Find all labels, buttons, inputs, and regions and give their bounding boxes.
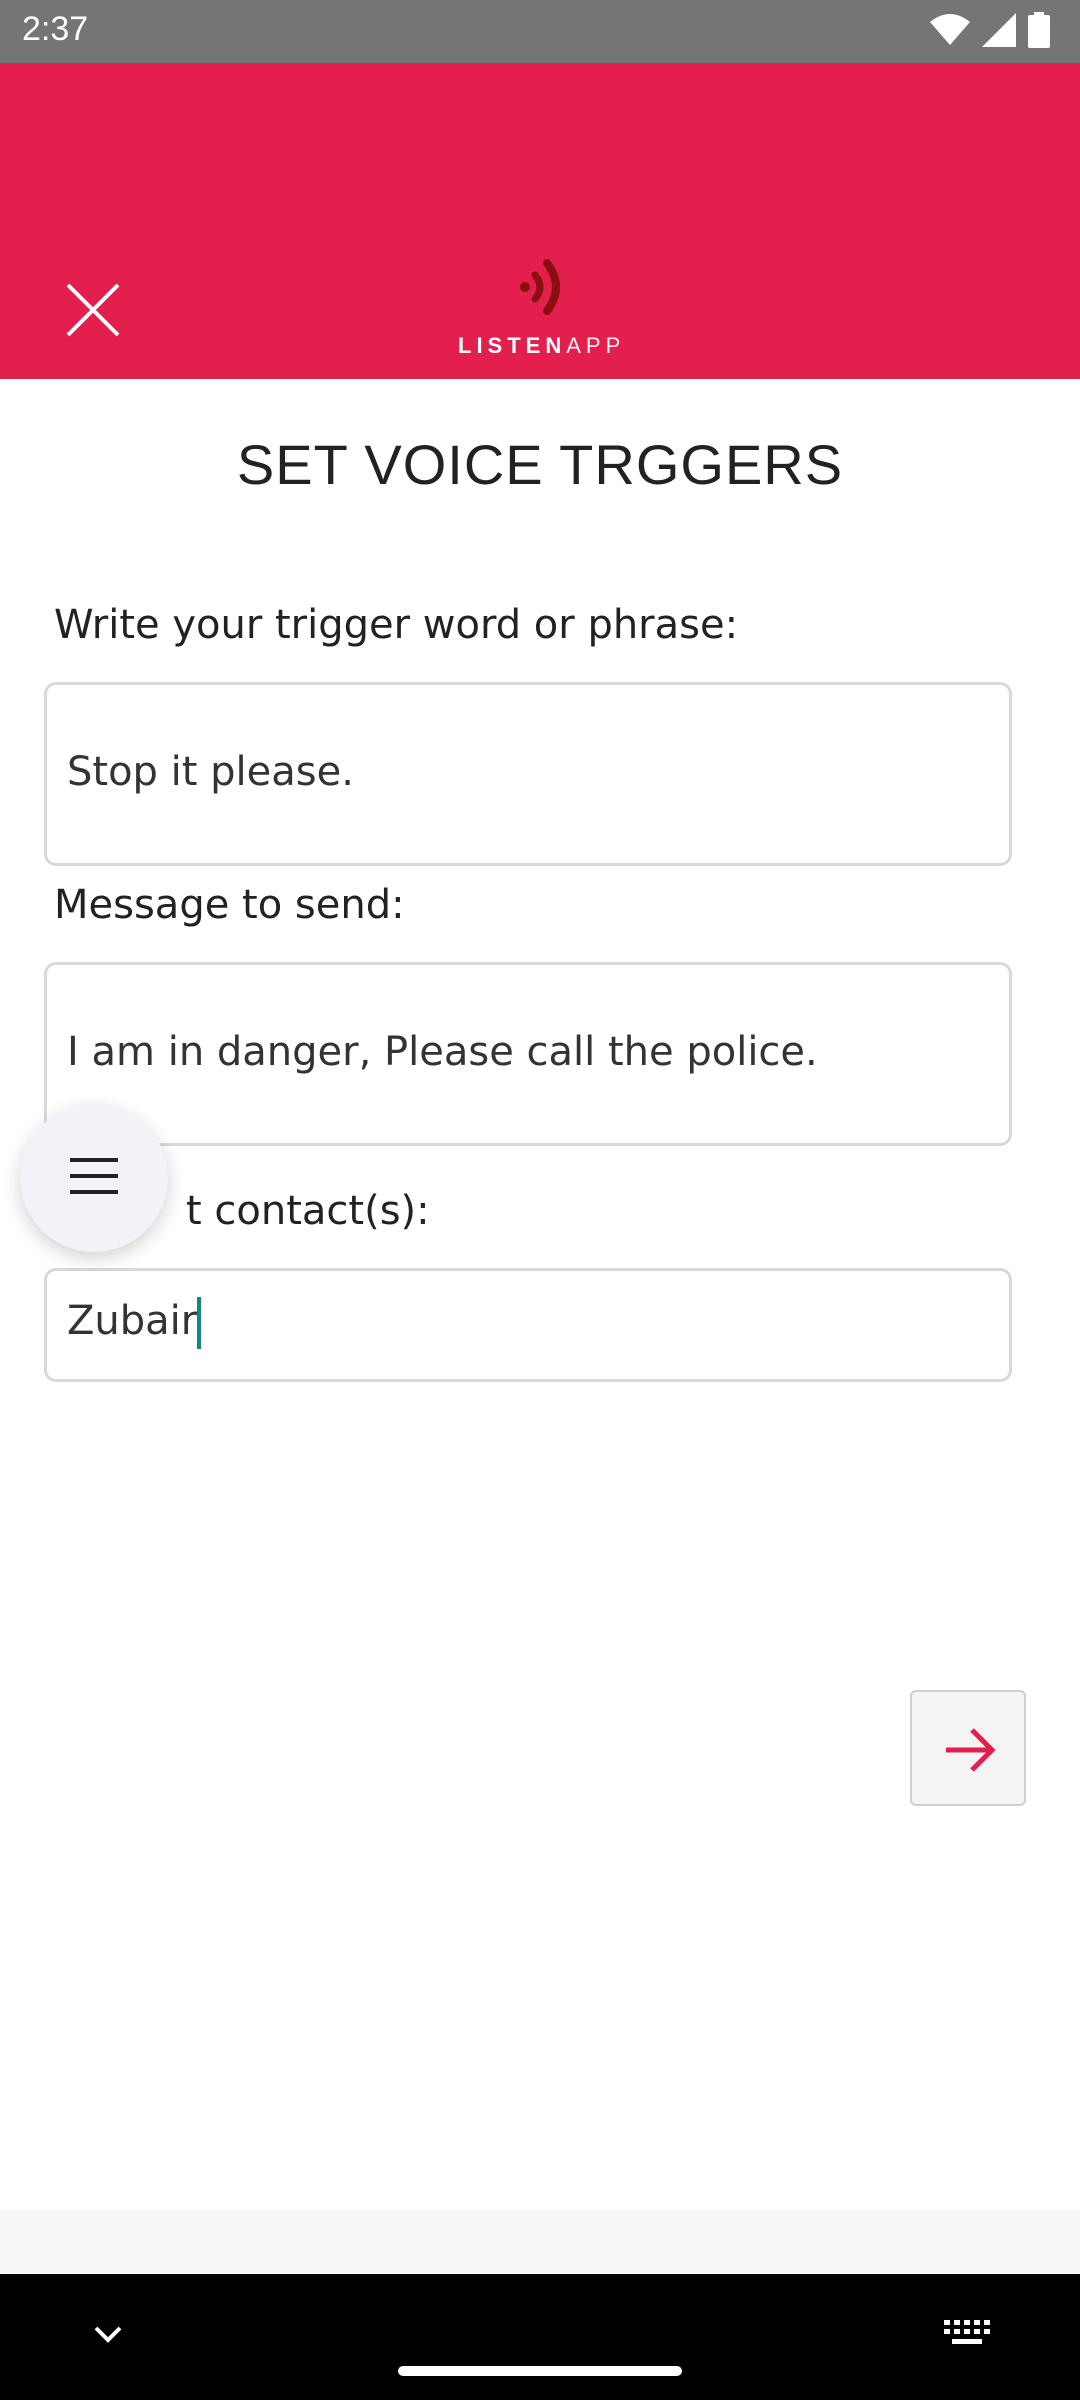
message-value: I am in danger, Please call the police. xyxy=(67,1029,818,1075)
trigger-input[interactable]: Stop it please. xyxy=(44,682,1012,866)
page-title: SET VOICE TRGGERS xyxy=(236,433,844,496)
status-icons xyxy=(930,12,1050,52)
status-time: 2:37 xyxy=(22,10,89,48)
contacts-value-wrapper: Zubair xyxy=(67,1297,202,1349)
keyboard-switch-button[interactable] xyxy=(944,2318,990,2352)
contacts-label: t contact(s): xyxy=(186,1188,430,1234)
trigger-value: Stop it please. xyxy=(67,749,354,795)
chevron-down-icon xyxy=(94,2326,122,2343)
logo-text-bold: LISTEN xyxy=(458,333,567,358)
hide-keyboard-button[interactable] xyxy=(92,2322,124,2350)
message-label: Message to send: xyxy=(54,882,405,928)
system-nav-bar xyxy=(0,2274,1080,2400)
home-handle[interactable] xyxy=(398,2366,682,2376)
menu-fab[interactable] xyxy=(20,1104,168,1252)
logo-text-light: APP xyxy=(566,333,626,358)
contacts-input[interactable]: Zubair xyxy=(44,1268,1012,1382)
text-caret xyxy=(197,1297,202,1349)
listenapp-logo: LISTENAPP xyxy=(458,253,624,363)
message-input[interactable]: I am in danger, Please call the police. xyxy=(44,962,1012,1146)
wifi-icon xyxy=(930,14,970,50)
status-bar: 2:37 xyxy=(0,0,1080,63)
next-button[interactable] xyxy=(910,1690,1026,1806)
menu-icon xyxy=(70,1158,118,1194)
battery-icon xyxy=(1028,12,1050,52)
close-button[interactable] xyxy=(60,277,126,343)
app-header: LISTENAPP xyxy=(0,63,1080,379)
trigger-label: Write your trigger word or phrase: xyxy=(54,602,739,648)
close-icon xyxy=(66,283,120,337)
arrow-right-icon xyxy=(946,1728,996,1772)
logo-text: LISTENAPP xyxy=(458,333,624,359)
footer-strip xyxy=(0,2210,1080,2274)
keyboard-icon xyxy=(944,2320,990,2344)
contacts-value: Zubair xyxy=(67,1298,198,1344)
signal-icon xyxy=(982,13,1016,51)
signal-waves-icon xyxy=(520,259,560,315)
